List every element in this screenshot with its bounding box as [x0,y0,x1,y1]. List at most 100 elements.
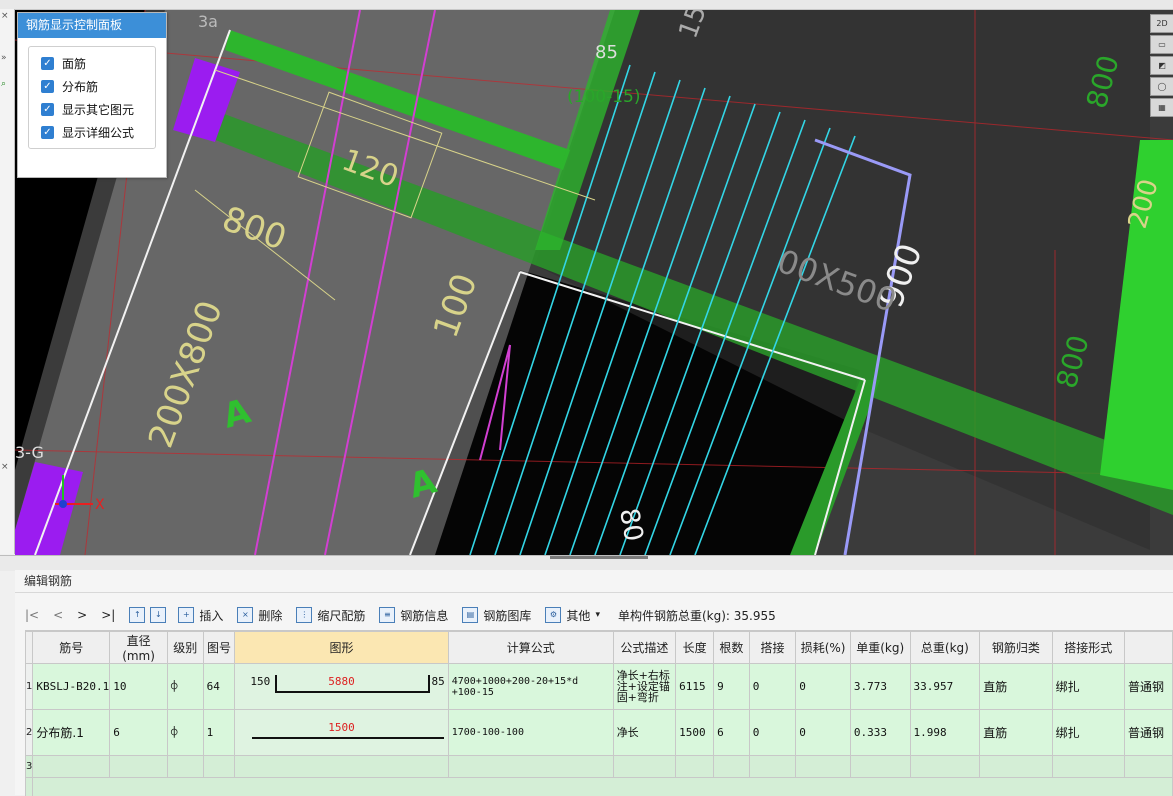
cell-empty[interactable] [1125,756,1173,778]
cell-grade[interactable]: ⌽ [167,710,203,756]
delete-button[interactable]: ×删除 [237,607,282,624]
col-shape[interactable]: 图形 [235,632,448,664]
cell-diameter[interactable]: 6 [110,710,168,756]
table-row[interactable]: 2 分布筋.1 6 ⌽ 1 1500 1700-100-100 净长 1500 … [26,710,1173,756]
cell-loss[interactable]: 0 [796,710,851,756]
cell-figure[interactable]: 1 [203,710,235,756]
col-category[interactable]: 钢筋归类 [980,632,1052,664]
cell-length[interactable]: 6115 [676,664,714,710]
view-grid-icon[interactable]: ▦ [1150,98,1173,117]
cell-figure[interactable]: 64 [203,664,235,710]
shape-right-dim: 85 [431,675,444,688]
scale-rebar-button[interactable]: ⋮缩尺配筋 [296,607,365,624]
close-icon-2[interactable]: × [1,462,9,472]
cell-lap[interactable]: 0 [749,710,796,756]
cad-canvas[interactable]: 3a 3-G 85 150 (100-15) 120 800 100 200X8… [15,10,1173,555]
cell-category[interactable]: 直筋 [980,710,1052,756]
next-record-button[interactable]: > [77,608,87,622]
cell-formula-desc[interactable]: 净长+右标注+设定锚固+弯折 [613,664,675,710]
col-diameter[interactable]: 直径(mm) [110,632,168,664]
cell-empty[interactable] [980,756,1052,778]
cell-empty[interactable] [1052,756,1124,778]
view-box-icon[interactable]: ▭ [1150,35,1173,54]
col-count[interactable]: 根数 [714,632,750,664]
cell-grade[interactable]: ⌽ [167,664,203,710]
cell-loss[interactable]: 0 [796,664,851,710]
other-button[interactable]: ⚙其他▾ [545,607,600,624]
col-total-weight[interactable]: 总重(kg) [910,632,980,664]
cell-total-weight[interactable]: 1.998 [910,710,980,756]
search-icon[interactable]: ⌕ [1,79,6,89]
cell-empty[interactable] [910,756,980,778]
cell-lap-type[interactable]: 绑扎 [1052,710,1124,756]
cell-lap[interactable]: 0 [749,664,796,710]
table-row[interactable]: 1 KBSLJ-B20.1 10 ⌽ 64 150 5880 85 4700+1… [26,664,1173,710]
cell-total-weight[interactable]: 33.957 [910,664,980,710]
col-extra[interactable] [1125,632,1173,664]
cell-empty[interactable] [448,756,613,778]
move-down-icon[interactable]: ↓ [150,607,166,623]
checkbox-checked-icon[interactable]: ✓ [41,80,54,93]
option-show-other-elements[interactable]: ✓显示其它图元 [29,98,155,121]
last-record-button[interactable]: >| [101,608,115,622]
cell-count[interactable]: 6 [714,710,750,756]
splitter-handle[interactable] [550,556,648,559]
cell-empty[interactable] [33,756,110,778]
cell-length[interactable]: 1500 [676,710,714,756]
col-lap-type[interactable]: 搭接形式 [1052,632,1124,664]
cell-formula[interactable]: 4700+1000+200-20+15*d +100-15 [448,664,613,710]
cell-unit-weight[interactable]: 3.773 [850,664,910,710]
cell-name[interactable]: KBSLJ-B20.1 [33,664,110,710]
col-lap[interactable]: 搭接 [749,632,796,664]
cell-empty[interactable] [613,756,675,778]
cell-empty[interactable] [167,756,203,778]
checkbox-checked-icon[interactable]: ✓ [41,57,54,70]
cell-count[interactable]: 9 [714,664,750,710]
option-show-detailed-formula[interactable]: ✓显示详细公式 [29,121,155,144]
cell-diameter[interactable]: 10 [110,664,168,710]
option-distribution-rebar[interactable]: ✓分布筋 [29,75,155,98]
checkbox-checked-icon[interactable]: ✓ [41,103,54,116]
cell-empty[interactable] [850,756,910,778]
col-figure-number[interactable]: 图号 [203,632,235,664]
cell-empty[interactable] [110,756,168,778]
rebar-library-button[interactable]: ▤钢筋图库 [462,607,531,624]
first-record-button[interactable]: |< [25,608,39,622]
col-unit-weight[interactable]: 单重(kg) [850,632,910,664]
move-up-icon[interactable]: ↑ [129,607,145,623]
col-grade[interactable]: 级别 [167,632,203,664]
expand-icon[interactable]: » [1,53,7,63]
cell-empty[interactable] [203,756,235,778]
cell-empty[interactable] [796,756,851,778]
panel-splitter[interactable] [0,555,1173,571]
col-formula[interactable]: 计算公式 [448,632,613,664]
view-2d-icon[interactable]: 2D [1150,14,1173,33]
col-loss[interactable]: 损耗(%) [796,632,851,664]
cell-category[interactable]: 直筋 [980,664,1052,710]
view-orbit-icon[interactable]: ◯ [1150,77,1173,96]
cell-empty[interactable] [676,756,714,778]
cell-formula[interactable]: 1700-100-100 [448,710,613,756]
checkbox-checked-icon[interactable]: ✓ [41,126,54,139]
col-formula-desc[interactable]: 公式描述 [613,632,675,664]
cell-formula-desc[interactable]: 净长 [613,710,675,756]
cell-empty[interactable] [714,756,750,778]
rebar-info-button[interactable]: ≡钢筋信息 [379,607,448,624]
cell-name[interactable]: 分布筋.1 [33,710,110,756]
cell-shape[interactable]: 150 5880 85 [235,664,448,710]
view-rotate-icon[interactable]: ◩ [1150,56,1173,75]
insert-button[interactable]: +插入 [178,607,223,624]
cell-extra[interactable]: 普通钢 [1125,710,1173,756]
cell-lap-type[interactable]: 绑扎 [1052,664,1124,710]
table-row-empty[interactable]: 3 [26,756,1173,778]
close-icon[interactable]: × [1,11,9,21]
cell-unit-weight[interactable]: 0.333 [850,710,910,756]
cell-empty[interactable] [749,756,796,778]
col-length[interactable]: 长度 [676,632,714,664]
cell-extra[interactable]: 普通钢 [1125,664,1173,710]
cell-shape[interactable]: 1500 [235,710,448,756]
option-top-rebar[interactable]: ✓面筋 [29,52,155,75]
prev-record-button[interactable]: < [53,608,63,622]
col-bar-number[interactable]: 筋号 [33,632,110,664]
cell-empty[interactable] [235,756,448,778]
